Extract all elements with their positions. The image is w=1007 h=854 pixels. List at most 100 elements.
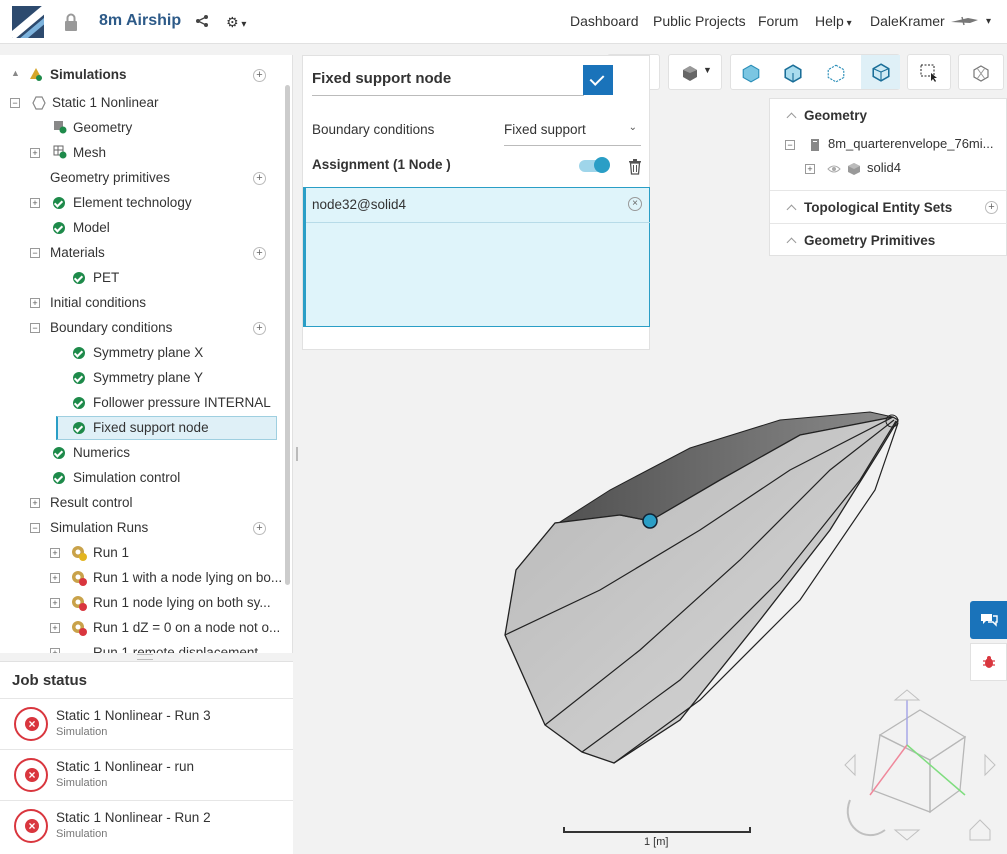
chat-button[interactable] bbox=[970, 601, 1007, 639]
collapse-toggle[interactable]: − bbox=[30, 248, 40, 258]
tree-item-run-1[interactable]: Run 1 bbox=[93, 542, 129, 564]
expand-toggle[interactable]: + bbox=[30, 298, 40, 308]
tree-item-symmetry-plane-x[interactable]: Symmetry plane X bbox=[93, 342, 203, 364]
expand-toggle[interactable]: + bbox=[30, 148, 40, 158]
bc-type-select[interactable]: Fixed support ⌄ bbox=[504, 122, 641, 146]
collapse-toggle[interactable]: − bbox=[30, 523, 40, 533]
tree-item-run-4[interactable]: Run 1 dZ = 0 on a node not o... bbox=[93, 617, 280, 639]
add-boundary-condition-button[interactable]: + bbox=[253, 322, 266, 335]
error-icon bbox=[14, 758, 48, 792]
add-material-button[interactable]: + bbox=[253, 247, 266, 260]
trash-icon[interactable] bbox=[628, 159, 642, 175]
tree-item-follower-pressure[interactable]: Follower pressure INTERNAL bbox=[93, 392, 271, 414]
solid-name[interactable]: solid4 bbox=[867, 157, 901, 179]
assignment-list[interactable]: node32@solid4 × bbox=[303, 187, 650, 327]
eye-icon[interactable] bbox=[827, 163, 841, 175]
add-simulation-run-button[interactable]: + bbox=[253, 522, 266, 535]
simscale-logo-icon[interactable] bbox=[12, 6, 44, 38]
surfaces-icon[interactable] bbox=[741, 63, 761, 83]
tree-item-model[interactable]: Model bbox=[73, 217, 110, 239]
bc-name-input[interactable]: Fixed support node bbox=[312, 70, 451, 87]
tree-item-fixed-support-node[interactable]: Fixed support node bbox=[93, 417, 209, 439]
tree-item-geometry-primitives[interactable]: Geometry primitives bbox=[50, 167, 170, 189]
expand-toggle[interactable]: + bbox=[50, 648, 60, 653]
nav-help[interactable]: Help ▾ bbox=[815, 13, 852, 29]
expand-toggle[interactable]: + bbox=[50, 548, 60, 558]
job-type: Simulation bbox=[56, 726, 108, 738]
tree-item-materials[interactable]: Materials bbox=[50, 242, 105, 264]
tree-item-run-2[interactable]: Run 1 with a node lying on bo... bbox=[93, 567, 282, 589]
resize-handle-icon[interactable] bbox=[137, 654, 153, 660]
geometry-file-name[interactable]: 8m_quarterenvelope_76mi... bbox=[828, 133, 994, 155]
surfaces-edges-icon[interactable] bbox=[783, 63, 803, 83]
top-bar: 8m Airship ⚙ ▾ Dashboard Public Projects… bbox=[0, 0, 1007, 44]
tree-item-numerics[interactable]: Numerics bbox=[73, 442, 130, 464]
assignment-toggle[interactable] bbox=[579, 157, 610, 173]
settings-menu[interactable]: ⚙ ▾ bbox=[226, 14, 246, 31]
chevron-down-icon[interactable]: ▾ bbox=[986, 16, 991, 27]
nav-help-label: Help bbox=[815, 13, 844, 29]
job-item[interactable]: Static 1 Nonlinear - Run 3 Simulation bbox=[0, 698, 293, 749]
collapse-toggle[interactable]: − bbox=[10, 98, 20, 108]
tree-item-result-control[interactable]: Result control bbox=[50, 492, 133, 514]
tree-simulation[interactable]: Static 1 Nonlinear bbox=[52, 92, 159, 114]
tree-scrollbar[interactable] bbox=[285, 85, 290, 585]
assigned-entity[interactable]: node32@solid4 bbox=[312, 197, 406, 212]
nav-user[interactable]: DaleKramer bbox=[870, 13, 945, 29]
tree-item-pet[interactable]: PET bbox=[93, 267, 119, 289]
tree-item-simulation-control[interactable]: Simulation control bbox=[73, 467, 180, 489]
add-geometry-primitive-button[interactable]: + bbox=[253, 172, 266, 185]
job-item[interactable]: Static 1 Nonlinear - Run 2 Simulation bbox=[0, 800, 293, 851]
render-mode-dropdown[interactable]: ▼ bbox=[668, 54, 722, 90]
tree-item-mesh[interactable]: Mesh bbox=[73, 142, 106, 164]
tree-item-run-5[interactable]: Run 1 remote displacement bbox=[93, 642, 258, 653]
nav-public-projects[interactable]: Public Projects bbox=[653, 13, 746, 29]
tree-item-simulation-runs[interactable]: Simulation Runs bbox=[50, 517, 148, 539]
tree-item-element-technology[interactable]: Element technology bbox=[73, 192, 192, 214]
expand-toggle[interactable]: + bbox=[805, 164, 815, 174]
box-select-button[interactable] bbox=[907, 54, 951, 90]
geometry-section-header[interactable]: Geometry bbox=[804, 108, 867, 123]
wireframe-icon[interactable] bbox=[826, 63, 846, 83]
expand-toggle[interactable]: + bbox=[30, 498, 40, 508]
tree-item-initial-conditions[interactable]: Initial conditions bbox=[50, 292, 146, 314]
chevron-up-icon[interactable] bbox=[786, 112, 797, 123]
job-name: Static 1 Nonlinear - Run 2 bbox=[56, 810, 211, 825]
confirm-button[interactable] bbox=[583, 65, 613, 95]
expand-toggle[interactable]: + bbox=[50, 598, 60, 608]
chevron-down-icon: ⌄ bbox=[628, 122, 637, 133]
check-icon bbox=[53, 222, 65, 234]
remove-entity-icon[interactable]: × bbox=[628, 197, 642, 211]
tree-item-symmetry-plane-y[interactable]: Symmetry plane Y bbox=[93, 367, 203, 389]
active-view-mode-button[interactable] bbox=[861, 55, 900, 89]
nav-dashboard[interactable]: Dashboard bbox=[570, 13, 639, 29]
mesh-view-button[interactable] bbox=[958, 54, 1004, 90]
error-icon bbox=[14, 809, 48, 843]
expand-toggle[interactable]: + bbox=[50, 623, 60, 633]
expand-toggle[interactable]: + bbox=[30, 198, 40, 208]
mesh-icon bbox=[53, 145, 67, 159]
job-name: Static 1 Nonlinear - Run 3 bbox=[56, 708, 211, 723]
collapse-toggle[interactable]: − bbox=[785, 140, 795, 150]
report-bug-button[interactable] bbox=[970, 643, 1007, 681]
avatar[interactable] bbox=[950, 14, 980, 28]
tree-item-run-3[interactable]: Run 1 node lying on both sy... bbox=[93, 592, 271, 614]
tree-root-simulations[interactable]: Simulations bbox=[50, 64, 127, 86]
chevron-up-icon[interactable] bbox=[786, 237, 797, 248]
share-icon[interactable] bbox=[196, 15, 208, 27]
topological-sets-header[interactable]: Topological Entity Sets bbox=[804, 200, 952, 215]
job-item[interactable]: Static 1 Nonlinear - run Simulation bbox=[0, 749, 293, 800]
bug-icon bbox=[983, 656, 995, 668]
nav-forum[interactable]: Forum bbox=[758, 13, 798, 29]
add-simulation-button[interactable]: + bbox=[253, 69, 266, 82]
tree-item-geometry[interactable]: Geometry bbox=[73, 117, 132, 139]
chevron-up-icon[interactable] bbox=[786, 204, 797, 215]
edges-icon bbox=[872, 63, 890, 82]
tree-item-boundary-conditions[interactable]: Boundary conditions bbox=[50, 317, 172, 339]
collapse-toggle[interactable]: − bbox=[30, 323, 40, 333]
chevron-up-icon[interactable]: ▲ bbox=[11, 68, 20, 78]
expand-toggle[interactable]: + bbox=[50, 573, 60, 583]
geometry-primitives-header[interactable]: Geometry Primitives bbox=[804, 233, 935, 248]
geometry-file-icon bbox=[811, 139, 819, 151]
add-topological-set-button[interactable]: + bbox=[985, 201, 998, 214]
